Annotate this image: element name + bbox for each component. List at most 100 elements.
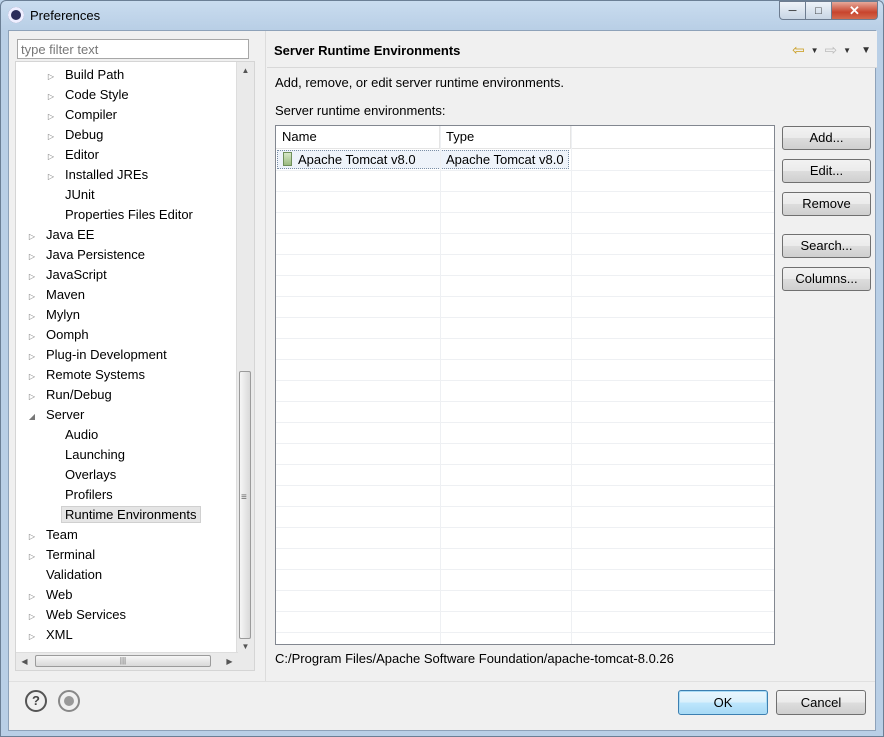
table-row[interactable]: Apache Tomcat v8.0 Apache Tomcat v8.0 [277, 150, 569, 169]
tree-item[interactable]: ▷ Build Path [46, 65, 124, 85]
expand-icon[interactable]: ▷ [27, 267, 37, 287]
add-button[interactable]: Add... [782, 126, 871, 150]
grid-line [276, 527, 774, 528]
expand-icon[interactable]: ▷ [46, 87, 56, 107]
column-header-type[interactable]: Type [440, 126, 571, 148]
tree-item[interactable]: ▷ Debug [46, 125, 103, 145]
minimize-button[interactable]: ─ [779, 1, 806, 20]
grid-line [276, 632, 774, 633]
tree-item[interactable]: Overlays [46, 465, 116, 485]
forward-arrow-icon[interactable]: ⇨ [825, 41, 838, 59]
tree-item[interactable]: Properties Files Editor [46, 205, 193, 225]
expand-icon[interactable]: ▷ [27, 367, 37, 387]
forward-dropdown-icon[interactable]: ▼ [843, 46, 851, 55]
expand-icon[interactable]: ▷ [27, 627, 37, 647]
tree-item[interactable]: ▷ Terminal [27, 545, 95, 565]
tree-item[interactable]: ▷ Java EE [27, 225, 95, 247]
grid-line [276, 464, 774, 465]
tree-item-label: Runtime Environments [61, 506, 201, 523]
tree-item[interactable]: ▷ Plug-in Development [27, 345, 167, 365]
tree-item[interactable]: ▷ Remote Systems [27, 365, 145, 385]
tree-item-label: Validation [46, 567, 103, 582]
edit-button[interactable]: Edit... [782, 159, 871, 183]
grid-line [276, 611, 774, 612]
tree-item[interactable]: ▷ Team [27, 525, 78, 545]
vertical-scroll-thumb[interactable] [239, 371, 251, 639]
maximize-icon: □ [815, 4, 822, 17]
grid-line [276, 275, 774, 276]
tree-item[interactable]: ▷ Web [27, 585, 73, 605]
pane-divider[interactable] [265, 31, 266, 681]
maximize-button[interactable]: □ [806, 1, 832, 20]
tree-item[interactable]: ▷ XML [27, 625, 73, 645]
expand-icon[interactable]: ▷ [27, 547, 37, 567]
expand-icon[interactable]: ▷ [46, 127, 56, 147]
tree-item[interactable]: ▷ Oomph [27, 325, 89, 345]
collapse-icon[interactable]: ◢ [27, 407, 37, 427]
remove-button[interactable]: Remove [782, 192, 871, 216]
filter-input[interactable] [17, 39, 249, 59]
title-bar[interactable]: Preferences ─ □ ✕ [1, 1, 883, 30]
grid-line [276, 233, 774, 234]
tree-item[interactable]: ▷ Compiler [46, 105, 117, 125]
tree-item[interactable]: ▷ Maven [27, 285, 85, 305]
column-header-name[interactable]: Name [276, 126, 440, 148]
tree-horizontal-scrollbar[interactable]: ◀ ||| ▶ [16, 652, 238, 670]
tree-item[interactable]: ▷ JavaScript [27, 265, 107, 285]
runtime-table[interactable]: Name Type Apache Tomcat v8.0 Apache Tomc… [275, 125, 775, 645]
record-macro-icon[interactable] [58, 690, 80, 712]
expand-icon[interactable]: ▷ [27, 587, 37, 607]
columns-button[interactable]: Columns... [782, 267, 871, 291]
tree-item[interactable]: ◢ Server [27, 405, 84, 425]
expand-icon[interactable]: ▷ [46, 147, 56, 167]
close-button[interactable]: ✕ [832, 1, 878, 20]
tree-item[interactable]: Audio [46, 425, 98, 445]
tree-item[interactable]: Profilers [46, 485, 113, 505]
scroll-left-icon[interactable]: ◀ [16, 653, 33, 670]
view-menu-icon[interactable]: ▼ [861, 45, 871, 56]
scroll-right-icon[interactable]: ▶ [221, 653, 238, 670]
expand-icon[interactable]: ▷ [46, 167, 56, 187]
preference-tree[interactable]: ▷ XML ▷ Web Services ▷ Web Validation ▷ Terminal… [15, 61, 255, 671]
tree-item[interactable]: ▷ Editor [46, 145, 99, 165]
tree-item[interactable]: ▷ Web Services [27, 605, 126, 625]
tree-item[interactable]: ▷ Java Persistence [27, 245, 145, 265]
runtime-location: C:/Program Files/Apache Software Foundat… [275, 651, 674, 666]
back-dropdown-icon[interactable]: ▼ [811, 46, 819, 55]
grid-line [276, 317, 774, 318]
tree-item[interactable]: ▷ Installed JREs [46, 165, 148, 185]
help-icon[interactable]: ? [25, 690, 47, 712]
horizontal-scroll-thumb[interactable]: ||| [35, 655, 211, 667]
tree-item[interactable]: JUnit [46, 185, 95, 205]
history-nav: ⇦ ▼ ⇨ ▼ ▼ [792, 41, 871, 59]
expand-icon[interactable]: ▷ [46, 67, 56, 87]
tree-vertical-scrollbar[interactable]: ▲ ▼ [236, 62, 254, 655]
tree-item-label: Team [46, 527, 78, 542]
expand-icon[interactable]: ▷ [46, 107, 56, 127]
scroll-up-icon[interactable]: ▲ [237, 62, 254, 79]
grid-line [276, 212, 774, 213]
tree-item[interactable]: ▷ Code Style [46, 85, 129, 105]
expand-icon[interactable]: ▷ [27, 607, 37, 627]
cancel-button[interactable]: Cancel [776, 690, 866, 715]
tree-item[interactable]: ▷ Mylyn [27, 305, 80, 325]
ok-button[interactable]: OK [678, 690, 768, 715]
tree-item[interactable]: Launching [46, 445, 125, 465]
tree-item[interactable]: Runtime Environments [46, 505, 201, 525]
search-button[interactable]: Search... [782, 234, 871, 258]
back-arrow-icon[interactable]: ⇦ [792, 41, 805, 59]
expand-icon[interactable]: ▷ [27, 287, 37, 307]
row-name-cell: Apache Tomcat v8.0 [283, 151, 416, 168]
tree-item[interactable]: Validation [27, 565, 102, 585]
expand-icon[interactable]: ▷ [27, 387, 37, 407]
expand-icon[interactable]: ▷ [27, 347, 37, 367]
tree-item-label: Editor [65, 147, 99, 162]
expand-icon[interactable]: ▷ [27, 327, 37, 347]
expand-icon[interactable]: ▷ [27, 307, 37, 327]
expand-icon[interactable]: ▷ [27, 227, 37, 247]
tree-item-label: Server [46, 407, 85, 422]
tree-item[interactable]: ▷ Run/Debug [27, 385, 112, 405]
grid-line [276, 590, 774, 591]
expand-icon[interactable]: ▷ [27, 527, 37, 547]
expand-icon[interactable]: ▷ [27, 247, 37, 267]
